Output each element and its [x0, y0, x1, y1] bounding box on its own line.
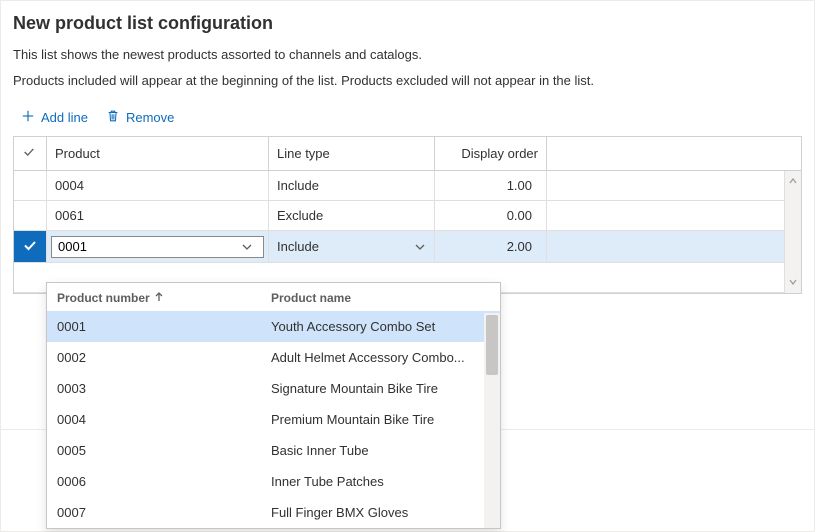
column-header-product[interactable]: Product: [47, 137, 269, 171]
page-description-line2: Products included will appear at the beg…: [1, 68, 814, 94]
column-header-spacer: [547, 137, 802, 171]
sort-ascending-icon: [154, 291, 164, 305]
grid-header-row: Product Line type Display order: [14, 137, 801, 171]
dropdown-item-name: Adult Helmet Accessory Combo...: [271, 350, 490, 365]
order-cell[interactable]: 0.00: [435, 201, 547, 231]
linetype-cell[interactable]: Exclude: [269, 201, 435, 231]
dropdown-item-number: 0004: [57, 412, 271, 427]
page-description-line1: This list shows the newest products asso…: [1, 42, 814, 68]
dropdown-item[interactable]: 0006 Inner Tube Patches: [47, 466, 500, 497]
row-select-cell[interactable]: [14, 231, 47, 263]
grid-container: Product Line type Display order 0004 Inc…: [13, 136, 802, 294]
product-cell[interactable]: 0061: [47, 201, 269, 231]
scrollbar-thumb[interactable]: [486, 315, 498, 375]
dropdown-item[interactable]: 0003 Signature Mountain Bike Tire: [47, 373, 500, 404]
scroll-up-icon[interactable]: [788, 174, 798, 189]
dropdown-item-name: Inner Tube Patches: [271, 474, 490, 489]
vertical-scrollbar[interactable]: [784, 171, 801, 293]
chevron-down-icon[interactable]: [241, 241, 253, 253]
plus-icon: [21, 109, 35, 126]
dropdown-item-number: 0007: [57, 505, 271, 520]
dropdown-item[interactable]: 0004 Premium Mountain Bike Tire: [47, 404, 500, 435]
column-header-order[interactable]: Display order: [435, 137, 547, 171]
dropdown-item-number: 0003: [57, 381, 271, 396]
trash-icon: [106, 109, 120, 126]
row-select-cell[interactable]: [14, 171, 47, 201]
linetype-cell[interactable]: Include: [269, 171, 435, 201]
toolbar: Add line Remove: [1, 93, 814, 136]
chevron-down-icon[interactable]: [414, 241, 426, 253]
product-lookup-dropdown[interactable]: Product number Product name 0001 Youth A…: [46, 282, 501, 529]
spacer-cell: [547, 171, 802, 201]
product-input[interactable]: [58, 239, 241, 254]
table-row[interactable]: Include 2.00: [14, 231, 801, 263]
linetype-cell[interactable]: Include: [269, 231, 435, 263]
order-cell[interactable]: 1.00: [435, 171, 547, 201]
dropdown-item-name: Youth Accessory Combo Set: [271, 319, 490, 334]
dropdown-item-number: 0002: [57, 350, 271, 365]
check-icon: [22, 241, 38, 256]
dropdown-item[interactable]: 0001 Youth Accessory Combo Set: [47, 311, 500, 342]
dropdown-item[interactable]: 0005 Basic Inner Tube: [47, 435, 500, 466]
dropdown-col-number-label: Product number: [57, 291, 150, 305]
spacer-cell: [547, 231, 802, 263]
dropdown-item[interactable]: 0007 Full Finger BMX Gloves: [47, 497, 500, 528]
dropdown-column-number[interactable]: Product number: [57, 291, 271, 305]
dropdown-item-name: Signature Mountain Bike Tire: [271, 381, 490, 396]
dropdown-item-number: 0005: [57, 443, 271, 458]
dropdown-item-name: Basic Inner Tube: [271, 443, 490, 458]
page-title: New product list configuration: [1, 1, 814, 42]
select-all-header[interactable]: [14, 137, 47, 171]
add-line-button[interactable]: Add line: [21, 109, 88, 126]
remove-label: Remove: [126, 110, 174, 125]
dropdown-column-name[interactable]: Product name: [271, 291, 490, 305]
scroll-down-icon[interactable]: [788, 275, 798, 290]
dropdown-item-name: Premium Mountain Bike Tire: [271, 412, 490, 427]
table-row[interactable]: 0061 Exclude 0.00: [14, 201, 801, 231]
table-row[interactable]: 0004 Include 1.00: [14, 171, 801, 201]
dropdown-item-name: Full Finger BMX Gloves: [271, 505, 490, 520]
order-cell[interactable]: 2.00: [435, 231, 547, 263]
remove-button[interactable]: Remove: [106, 109, 174, 126]
check-icon: [22, 145, 36, 162]
add-line-label: Add line: [41, 110, 88, 125]
product-cell[interactable]: [47, 231, 269, 263]
linetype-value: Include: [277, 239, 319, 254]
spacer-cell: [547, 201, 802, 231]
dropdown-scrollbar[interactable]: [484, 313, 500, 528]
product-grid: Product Line type Display order 0004 Inc…: [14, 137, 801, 293]
dropdown-item-number: 0001: [57, 319, 271, 334]
product-cell[interactable]: 0004: [47, 171, 269, 201]
column-header-linetype[interactable]: Line type: [269, 137, 435, 171]
dropdown-header: Product number Product name: [47, 283, 500, 311]
dropdown-item[interactable]: 0002 Adult Helmet Accessory Combo...: [47, 342, 500, 373]
dropdown-item-number: 0006: [57, 474, 271, 489]
row-select-cell[interactable]: [14, 201, 47, 231]
